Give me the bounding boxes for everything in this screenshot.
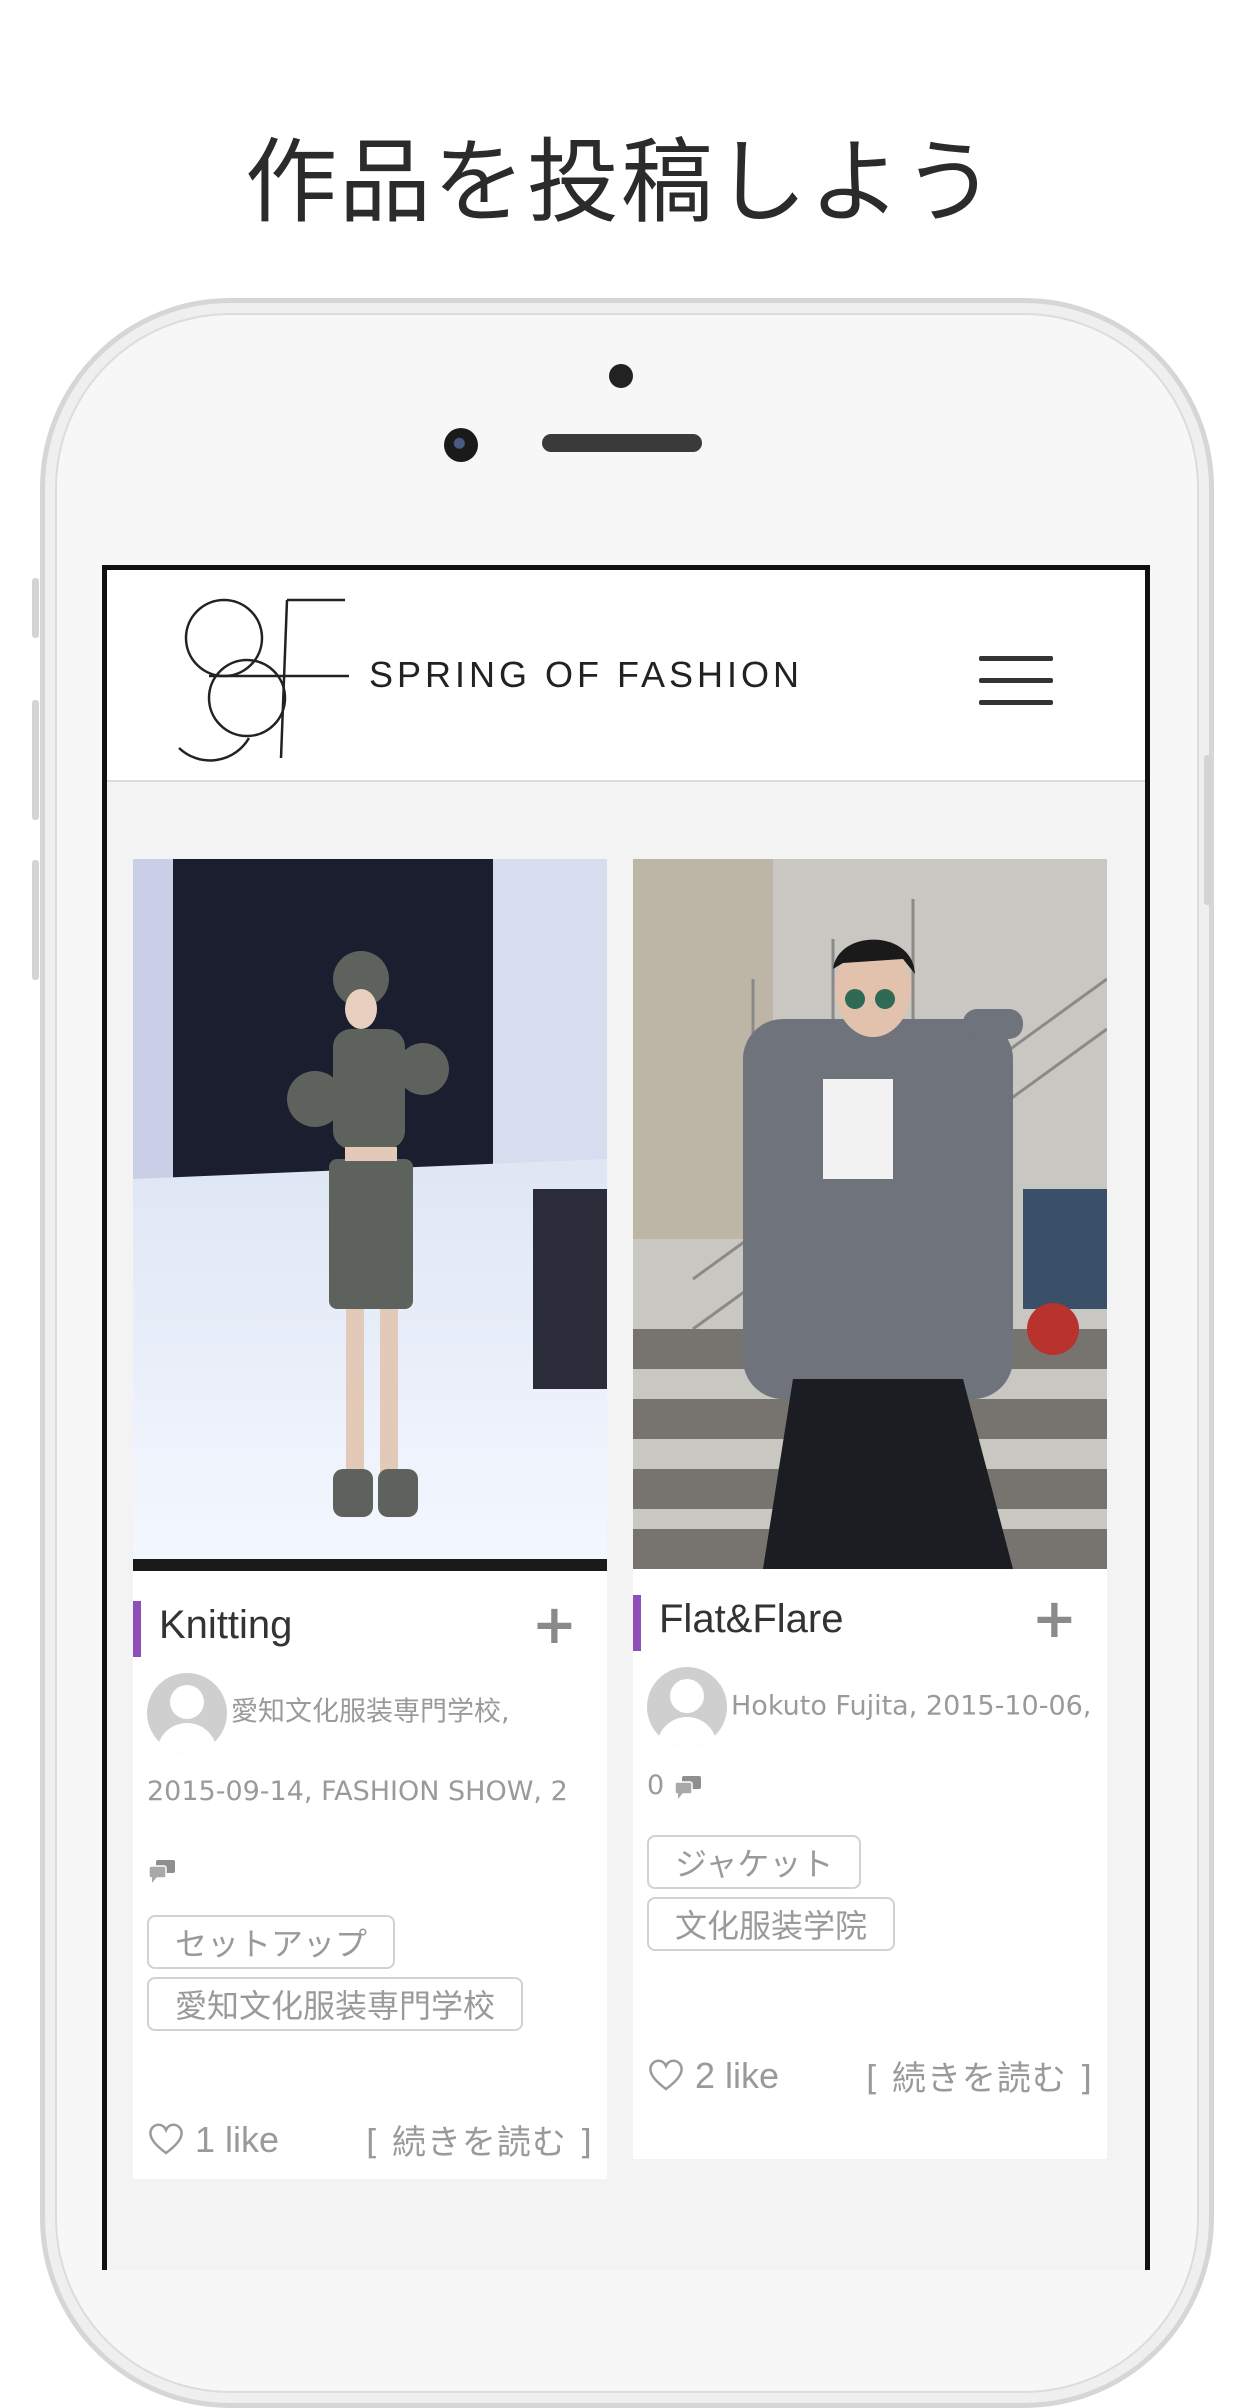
brand-name: SPRING OF FASHION (369, 654, 804, 695)
like-button[interactable]: 1 like (147, 2119, 279, 2161)
post-comment-count: 0 (647, 1770, 665, 1801)
tag-chip[interactable]: セットアップ (147, 1915, 396, 1969)
phone-side-button-volume-down (32, 860, 39, 980)
tag-list: セットアップ 愛知文化服装専門学校 (133, 1909, 607, 2039)
heart-icon (649, 2059, 683, 2091)
post-date-category-line: 2015-09-14, FASHION SHOW, 2 (147, 1776, 568, 1807)
post-author-line: 愛知文化服装専門学校, (231, 1696, 510, 1728)
like-button[interactable]: 2 like (647, 2055, 779, 2097)
post-image[interactable] (633, 859, 1107, 1569)
avatar[interactable] (647, 1667, 727, 1747)
comment-icon (148, 1859, 175, 1883)
post-title-row: Flat&Flare + (633, 1587, 1107, 1667)
post-title[interactable]: Knitting (159, 1603, 292, 1648)
add-plus-icon[interactable]: + (1032, 1587, 1077, 1650)
hamburger-menu-icon[interactable] (979, 656, 1053, 708)
post-author-line: Hokuto Fujita, 2015-10-06, (731, 1690, 1092, 1722)
post-card: Knitting + 愛知文化服装専門学校, 2015-09-14, FASHI… (133, 859, 607, 2179)
app-header: SPRING OF FASHION (107, 570, 1145, 782)
heart-icon (149, 2123, 183, 2155)
tag-chip[interactable]: 文化服装学院 (647, 1897, 896, 1951)
post-meta: Hokuto Fujita, 2015-10-06, 0 (633, 1667, 1107, 1825)
post-title-row: Knitting + (133, 1593, 607, 1673)
read-more-link[interactable]: [ 続きを読む ] (866, 2051, 1093, 2100)
post-footer: 1 like [ 続きを読む ] (133, 2109, 607, 2179)
post-grid: Knitting + 愛知文化服装専門学校, 2015-09-14, FASHI… (107, 782, 1145, 2270)
phone-screen: SPRING OF FASHION Knitting + 愛知文化服装専門学校,… (102, 565, 1150, 2270)
earpiece-speaker (542, 434, 702, 452)
front-camera-icon (444, 428, 478, 462)
avatar[interactable] (147, 1673, 227, 1753)
tag-list: ジャケット 文化服装学院 (633, 1825, 1107, 1959)
phone-side-button-mute (32, 578, 39, 638)
phone-side-button-volume-up (32, 700, 39, 820)
proximity-sensor-icon (609, 364, 633, 388)
sof-logo-icon (178, 598, 349, 762)
title-accent-bar (133, 1601, 141, 1657)
post-title[interactable]: Flat&Flare (659, 1597, 844, 1642)
promo-headline: 作品を投稿しよう (244, 129, 997, 236)
tag-chip[interactable]: ジャケット (647, 1835, 862, 1889)
comment-icon (674, 1775, 701, 1799)
post-image[interactable] (133, 859, 607, 1571)
add-plus-icon[interactable]: + (532, 1593, 577, 1656)
post-card: Flat&Flare + Hokuto Fujita, 2015-10-06, … (633, 859, 1107, 2159)
read-more-link[interactable]: [ 続きを読む ] (366, 2115, 593, 2164)
post-footer: 2 like [ 続きを読む ] (633, 2045, 1107, 2115)
title-accent-bar (633, 1595, 641, 1651)
like-count: 2 like (695, 2055, 780, 2096)
tag-chip[interactable]: 愛知文化服装専門学校 (147, 1977, 524, 2031)
phone-side-button-power (1204, 755, 1211, 905)
post-meta: 愛知文化服装専門学校, 2015-09-14, FASHION SHOW, 2 (133, 1673, 607, 1909)
like-count: 1 like (195, 2119, 280, 2160)
